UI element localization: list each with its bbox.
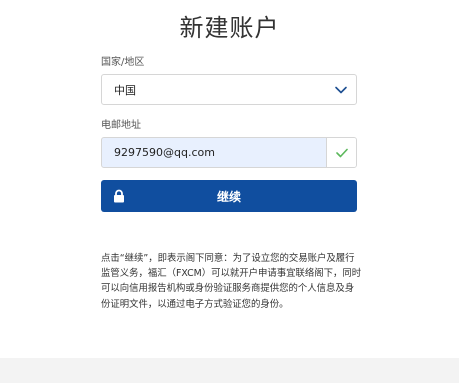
continue-button[interactable]: 继续: [101, 180, 357, 212]
checkmark-icon: [335, 148, 348, 157]
continue-label: 继续: [216, 189, 241, 204]
email-field[interactable]: 9297590@qq.com: [101, 137, 357, 168]
country-selected-value: 中国: [114, 83, 136, 97]
footer-band: [0, 358, 459, 383]
email-label: 电邮地址: [101, 120, 141, 131]
page-title: 新建账户: [179, 14, 280, 42]
email-valid-indicator: [326, 138, 356, 167]
lock-icon: [114, 189, 124, 203]
country-select[interactable]: 中国: [101, 74, 357, 105]
country-label: 国家/地区: [101, 57, 145, 68]
email-input-value[interactable]: 9297590@qq.com: [102, 138, 326, 167]
chevron-down-icon: [335, 86, 347, 94]
consent-disclaimer: 点击“继续”，即表示阁下同意：为了设立您的交易账户及履行监管义务，福汇（FXCM…: [101, 253, 362, 310]
signup-form: 国家/地区 中国 电邮地址 9297590@qq.com 继续: [101, 56, 357, 212]
